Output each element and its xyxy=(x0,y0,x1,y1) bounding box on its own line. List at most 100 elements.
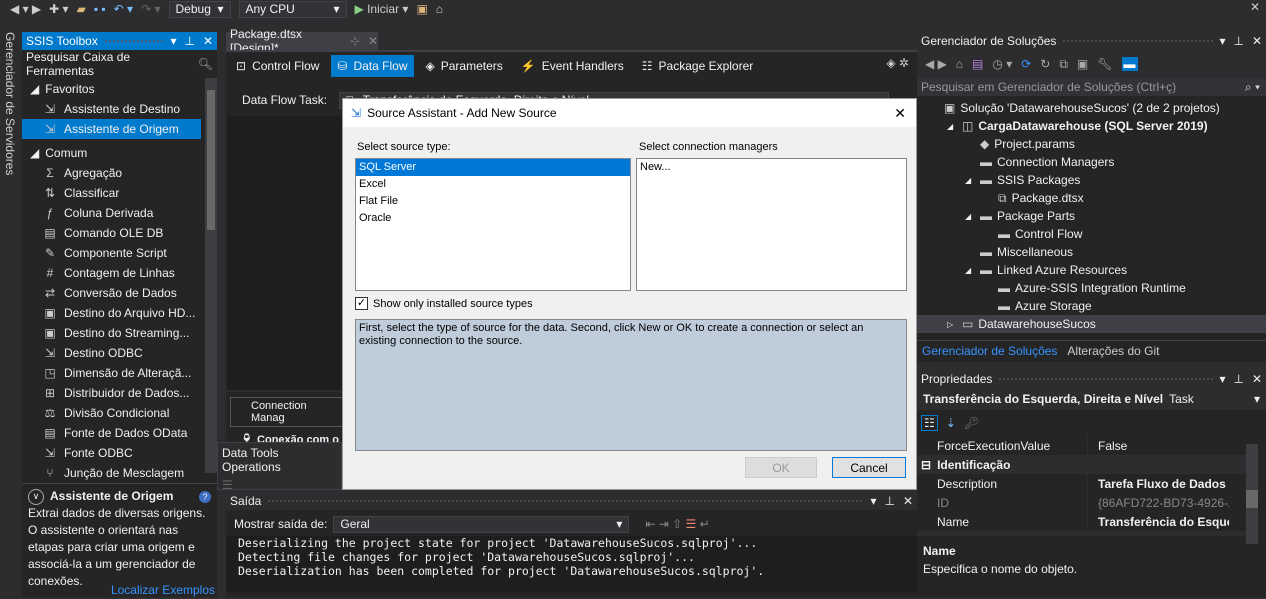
toolbox-item[interactable]: ✎ Componente Script xyxy=(22,243,217,263)
toolbox-item[interactable]: ⇲ Assistente de Destino xyxy=(22,99,217,119)
save-icon[interactable]: ▪ ▪ xyxy=(94,2,106,16)
start-button[interactable]: ▶ Iniciar ▾ xyxy=(355,2,409,16)
close-icon[interactable]: ✕ xyxy=(1252,34,1262,48)
source-type-item[interactable]: SQL Server xyxy=(356,159,630,176)
expand-icon[interactable]: ◢ xyxy=(965,176,975,185)
search-icon[interactable]: 🔍︎ xyxy=(198,57,213,71)
search-icon[interactable]: ⌕ ▾ xyxy=(1245,80,1260,95)
toolbox-item[interactable]: ▤ Fonte de Dados OData xyxy=(22,423,217,443)
close-dialog-button[interactable]: ✕ xyxy=(894,105,906,122)
installed-only-checkbox[interactable]: ✓ Show only installed source types xyxy=(355,297,533,310)
pin-icon[interactable]: ⊥ xyxy=(184,34,194,48)
source-type-item[interactable]: Flat File xyxy=(356,193,630,210)
collapse-icon[interactable]: ⊟ xyxy=(921,534,931,537)
toolbox-scrollbar[interactable] xyxy=(205,78,217,473)
history-icon[interactable]: ◷ ▾ xyxy=(992,57,1012,71)
property-row[interactable]: Name Transferência do Esquerda, D xyxy=(917,512,1247,531)
sync-icon[interactable]: ⟳ xyxy=(1021,57,1031,71)
tab-control-flow[interactable]: ⊡ Control Flow xyxy=(230,55,325,77)
pin-icon[interactable]: ⊥ xyxy=(1233,34,1243,48)
alphabetical-icon[interactable]: ⇣ xyxy=(946,416,956,430)
redo-icon[interactable]: ↷ ▾ xyxy=(141,2,160,16)
toolbox-item[interactable]: ⇲ Destino ODBC xyxy=(22,343,217,363)
toolbox-item[interactable]: ƒ Coluna Derivada xyxy=(22,203,217,223)
undo-icon[interactable]: ↶ ▾ xyxy=(114,2,133,16)
help-icon[interactable]: ? xyxy=(199,490,211,503)
tree-item[interactable]: ◢ ▬ SSIS Packages xyxy=(917,171,1266,189)
close-window-button[interactable]: ✕ xyxy=(1250,0,1260,14)
designer-tools-icon[interactable]: ◈ ✲ xyxy=(886,56,909,70)
tree-item[interactable]: ▬ Miscellaneous xyxy=(917,243,1266,261)
pin-icon[interactable]: ⊹ xyxy=(350,34,360,48)
open-icon[interactable]: ▰ xyxy=(77,2,86,16)
output-source-select[interactable]: Geral ▾ xyxy=(333,515,630,533)
connection-manager-list[interactable]: New... xyxy=(636,158,907,291)
toolbox-item[interactable]: ⇄ Conversão de Dados xyxy=(22,283,217,303)
common-group[interactable]: ◢ Comum xyxy=(22,143,217,163)
dropdown-icon[interactable]: ▾ xyxy=(1219,372,1225,386)
toolbox-item[interactable]: ⑂ Junção de Mesclagem xyxy=(22,463,217,483)
list-icon[interactable]: ☰ xyxy=(222,478,337,492)
tab-data-flow[interactable]: ⛁ Data Flow xyxy=(331,55,414,77)
toolbox-item[interactable]: ⇅ Classificar xyxy=(22,183,217,203)
toolbox-item[interactable]: ▣ Destino do Arquivo HD... xyxy=(22,303,217,323)
tree-item[interactable]: ▷ ▭ DatawarehouseSucos xyxy=(917,315,1266,333)
property-row[interactable]: Description Tarefa Fluxo de Dados xyxy=(917,474,1247,493)
back-icon[interactable]: ◀ ▾ ▶ xyxy=(10,2,41,16)
new-project-icon[interactable]: ✚ ▾ xyxy=(49,2,68,16)
collapse-icon[interactable]: ∨ xyxy=(28,488,44,505)
connection-item[interactable]: New... xyxy=(637,159,906,176)
property-value[interactable]: False xyxy=(1087,436,1229,455)
pin-icon[interactable]: ⊥ xyxy=(1233,372,1243,386)
tab-package-explorer[interactable]: ☷ Package Explorer xyxy=(636,55,759,77)
pin-icon[interactable]: ⊥ xyxy=(884,494,894,508)
expand-icon[interactable]: ◢ xyxy=(965,266,975,275)
collapse-icon[interactable]: ⊟ xyxy=(921,458,931,472)
tab-parameters[interactable]: ◈ Parameters xyxy=(420,55,509,77)
tree-item[interactable]: ▬ Connection Managers xyxy=(917,153,1266,171)
property-row[interactable]: ForceExecutionValue False xyxy=(917,436,1247,455)
tree-item[interactable]: ⧉ Package.dtsx xyxy=(917,189,1266,207)
close-icon[interactable]: ✕ xyxy=(903,494,913,508)
server-explorer-tab[interactable]: Gerenciador de Servidores xyxy=(0,28,20,597)
toolbox-item[interactable]: ⇲ Fonte ODBC xyxy=(22,443,217,463)
bottom-tab[interactable]: Alterações do Git xyxy=(1062,344,1164,358)
property-category[interactable]: ⊟ Identificação xyxy=(917,455,1247,474)
find-examples-link[interactable]: Localizar Exemplos xyxy=(111,582,215,599)
tree-item[interactable]: ◢ ▬ Package Parts xyxy=(917,207,1266,225)
favorites-group[interactable]: ◢ Favoritos xyxy=(22,79,217,99)
toolbox-item[interactable]: ⊞ Distribuidor de Dados... xyxy=(22,383,217,403)
tree-item[interactable]: ◢ ▬ Linked Azure Resources xyxy=(917,261,1266,279)
platform-select[interactable]: Any CPU ▾ xyxy=(238,0,347,18)
expand-icon[interactable]: ▷ xyxy=(947,320,957,329)
tree-item[interactable]: ▬ Azure-SSIS Integration Runtime xyxy=(917,279,1266,297)
tree-item[interactable]: ▬ Control Flow xyxy=(917,225,1266,243)
collapse-icon[interactable]: ⧉ xyxy=(1059,57,1068,72)
tree-item[interactable]: ▬ Azure Storage xyxy=(917,297,1266,315)
expand-icon[interactable]: ◢ xyxy=(965,212,975,221)
property-row[interactable]: ID {86AFD722-BD73-4926-AFBD- xyxy=(917,493,1247,512)
properties-object-select[interactable]: Transferência do Esquerda, Direita e Nív… xyxy=(917,388,1266,410)
dropdown-icon[interactable]: ▾ xyxy=(1219,34,1225,48)
close-icon[interactable]: ✕ xyxy=(1252,372,1262,386)
property-value[interactable]: {86AFD722-BD73-4926-AFBD- xyxy=(1087,493,1229,512)
preview-icon[interactable]: ▬ xyxy=(1121,57,1138,71)
home-icon[interactable]: ⌂ xyxy=(956,57,963,71)
toolbox-item[interactable]: ▣ Destino do Streaming... xyxy=(22,323,217,343)
toolbox-item[interactable]: ⇲ Assistente de Origem xyxy=(22,119,201,139)
close-tab-icon[interactable]: ✕ xyxy=(368,34,378,48)
source-type-item[interactable]: Excel xyxy=(356,176,630,193)
tree-item[interactable]: ▣ Solução 'DatawarehouseSucos' (2 de 2 pr… xyxy=(917,99,1266,117)
toolbox-item[interactable]: ⚖ Divisão Condicional xyxy=(22,403,217,423)
toolbox-item[interactable]: # Contagem de Linhas xyxy=(22,263,217,283)
dropdown-icon[interactable]: ▾ xyxy=(170,34,176,48)
output-tools-icon[interactable]: ⇤ ⇥ ⇧ ☰ ↵ xyxy=(645,517,709,531)
switch-views-icon[interactable]: ▤ xyxy=(972,57,983,71)
toolbox-item[interactable]: ◳ Dimensão de Alteraçã... xyxy=(22,363,217,383)
toolbox-search[interactable]: Pesquisar Caixa de Ferramentas 🔍︎ xyxy=(22,50,217,78)
config-select[interactable]: Debug ▾ xyxy=(168,0,231,18)
property-value[interactable]: Tarefa Fluxo de Dados xyxy=(1087,474,1229,493)
tree-item[interactable]: ◆ Project.params xyxy=(917,135,1266,153)
properties-scrollbar[interactable] xyxy=(1246,444,1258,544)
toolbox-item[interactable]: Σ Agregação xyxy=(22,163,217,183)
